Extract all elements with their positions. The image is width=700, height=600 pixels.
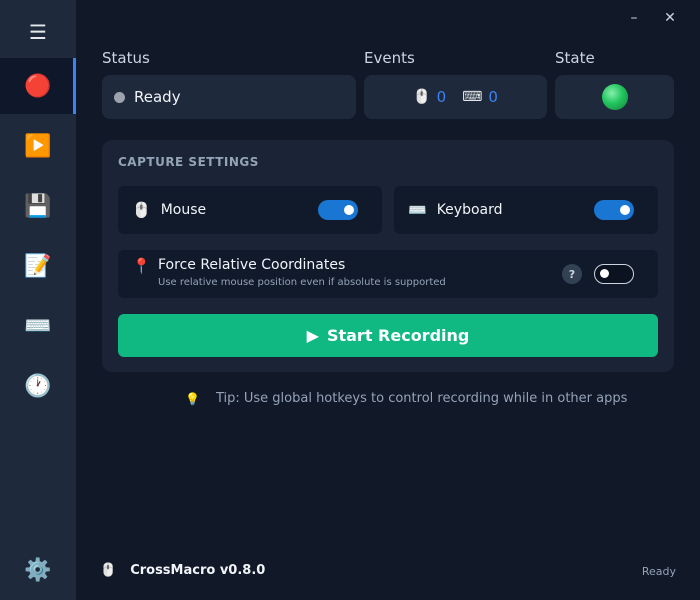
memo-icon: 📝 bbox=[24, 253, 52, 279]
record-icon: 🔴 bbox=[24, 73, 52, 99]
force-relative-title: Force Relative Coordinates bbox=[158, 257, 346, 273]
save-icon: 💾 bbox=[24, 193, 52, 219]
lightbulb-icon: 💡 bbox=[185, 391, 200, 406]
events-card: 🖱️ 0 ⌨ 0 bbox=[364, 75, 547, 119]
pin-icon: 📍 bbox=[132, 257, 151, 275]
keyboard-icon: ⌨ bbox=[462, 89, 483, 105]
play-icon: ▶ bbox=[306, 326, 319, 345]
keyboard-icon: ⌨️ bbox=[24, 313, 52, 339]
footer-app-info: 🖱️ CrossMacro v0.8.0 bbox=[100, 563, 265, 578]
start-recording-label: Start Recording bbox=[326, 326, 470, 345]
mouse-capture-toggle[interactable] bbox=[318, 200, 358, 220]
mouse-icon: 🖱️ bbox=[100, 563, 117, 578]
clock-icon: 🕐 bbox=[24, 373, 52, 399]
keyboard-icon: ⌨️ bbox=[408, 201, 427, 219]
start-recording-button[interactable]: ▶ Start Recording bbox=[118, 314, 658, 357]
sidebar-item-save[interactable]: 💾 bbox=[0, 178, 76, 234]
tip-text: Tip: Use global hotkeys to control recor… bbox=[215, 391, 628, 406]
state-indicator-icon bbox=[601, 84, 628, 110]
sidebar-item-record[interactable]: 🔴 bbox=[0, 58, 76, 114]
footer-status: Ready bbox=[641, 565, 676, 578]
help-button[interactable]: ? bbox=[562, 264, 582, 284]
keyboard-capture-label: Keyboard bbox=[436, 202, 503, 218]
toggle-knob bbox=[600, 269, 609, 278]
toggle-knob bbox=[620, 205, 630, 215]
sidebar-item-settings[interactable]: ⚙️ bbox=[0, 542, 76, 598]
mouse-icon: 🖱️ bbox=[132, 201, 151, 219]
menu-button[interactable]: ☰ bbox=[0, 4, 76, 60]
mouse-capture-label: Mouse bbox=[160, 202, 207, 218]
sidebar-item-play[interactable]: ▶️ bbox=[0, 118, 76, 174]
status-value: Ready bbox=[134, 88, 181, 106]
hamburger-icon: ☰ bbox=[29, 20, 47, 44]
question-icon: ? bbox=[568, 267, 576, 281]
capture-settings-title: CAPTURE SETTINGS bbox=[118, 155, 259, 169]
status-label: Status bbox=[102, 49, 150, 67]
gear-icon: ⚙️ bbox=[24, 557, 52, 583]
sidebar: ☰ 🔴 ▶️ 💾 📝 ⌨️ 🕐 ⚙️ bbox=[0, 0, 76, 600]
mouse-icon: 🖱️ bbox=[413, 89, 431, 105]
keyboard-event-count: 0 bbox=[488, 88, 498, 106]
status-card: Ready bbox=[102, 75, 356, 119]
force-relative-description: Use relative mouse position even if abso… bbox=[158, 277, 446, 288]
minimize-icon: – bbox=[630, 10, 638, 26]
app-version: CrossMacro v0.8.0 bbox=[130, 563, 266, 578]
close-button[interactable]: ✕ bbox=[660, 8, 680, 28]
sidebar-item-editor[interactable]: 📝 bbox=[0, 238, 76, 294]
sidebar-item-schedule[interactable]: 🕐 bbox=[0, 358, 76, 414]
mouse-event-count: 0 bbox=[436, 88, 447, 106]
sidebar-item-hotkeys[interactable]: ⌨️ bbox=[0, 298, 76, 354]
minimize-button[interactable]: – bbox=[624, 8, 644, 28]
play-icon: ▶️ bbox=[24, 133, 52, 159]
events-label: Events bbox=[364, 49, 415, 67]
state-label: State bbox=[555, 49, 595, 67]
force-relative-toggle[interactable] bbox=[594, 264, 634, 284]
tip: 💡 Tip: Use global hotkeys to control rec… bbox=[185, 391, 627, 406]
close-icon: ✕ bbox=[664, 10, 676, 26]
status-dot bbox=[114, 91, 125, 103]
toggle-knob bbox=[344, 205, 354, 215]
state-card bbox=[555, 75, 674, 119]
keyboard-capture-toggle[interactable] bbox=[594, 200, 634, 220]
